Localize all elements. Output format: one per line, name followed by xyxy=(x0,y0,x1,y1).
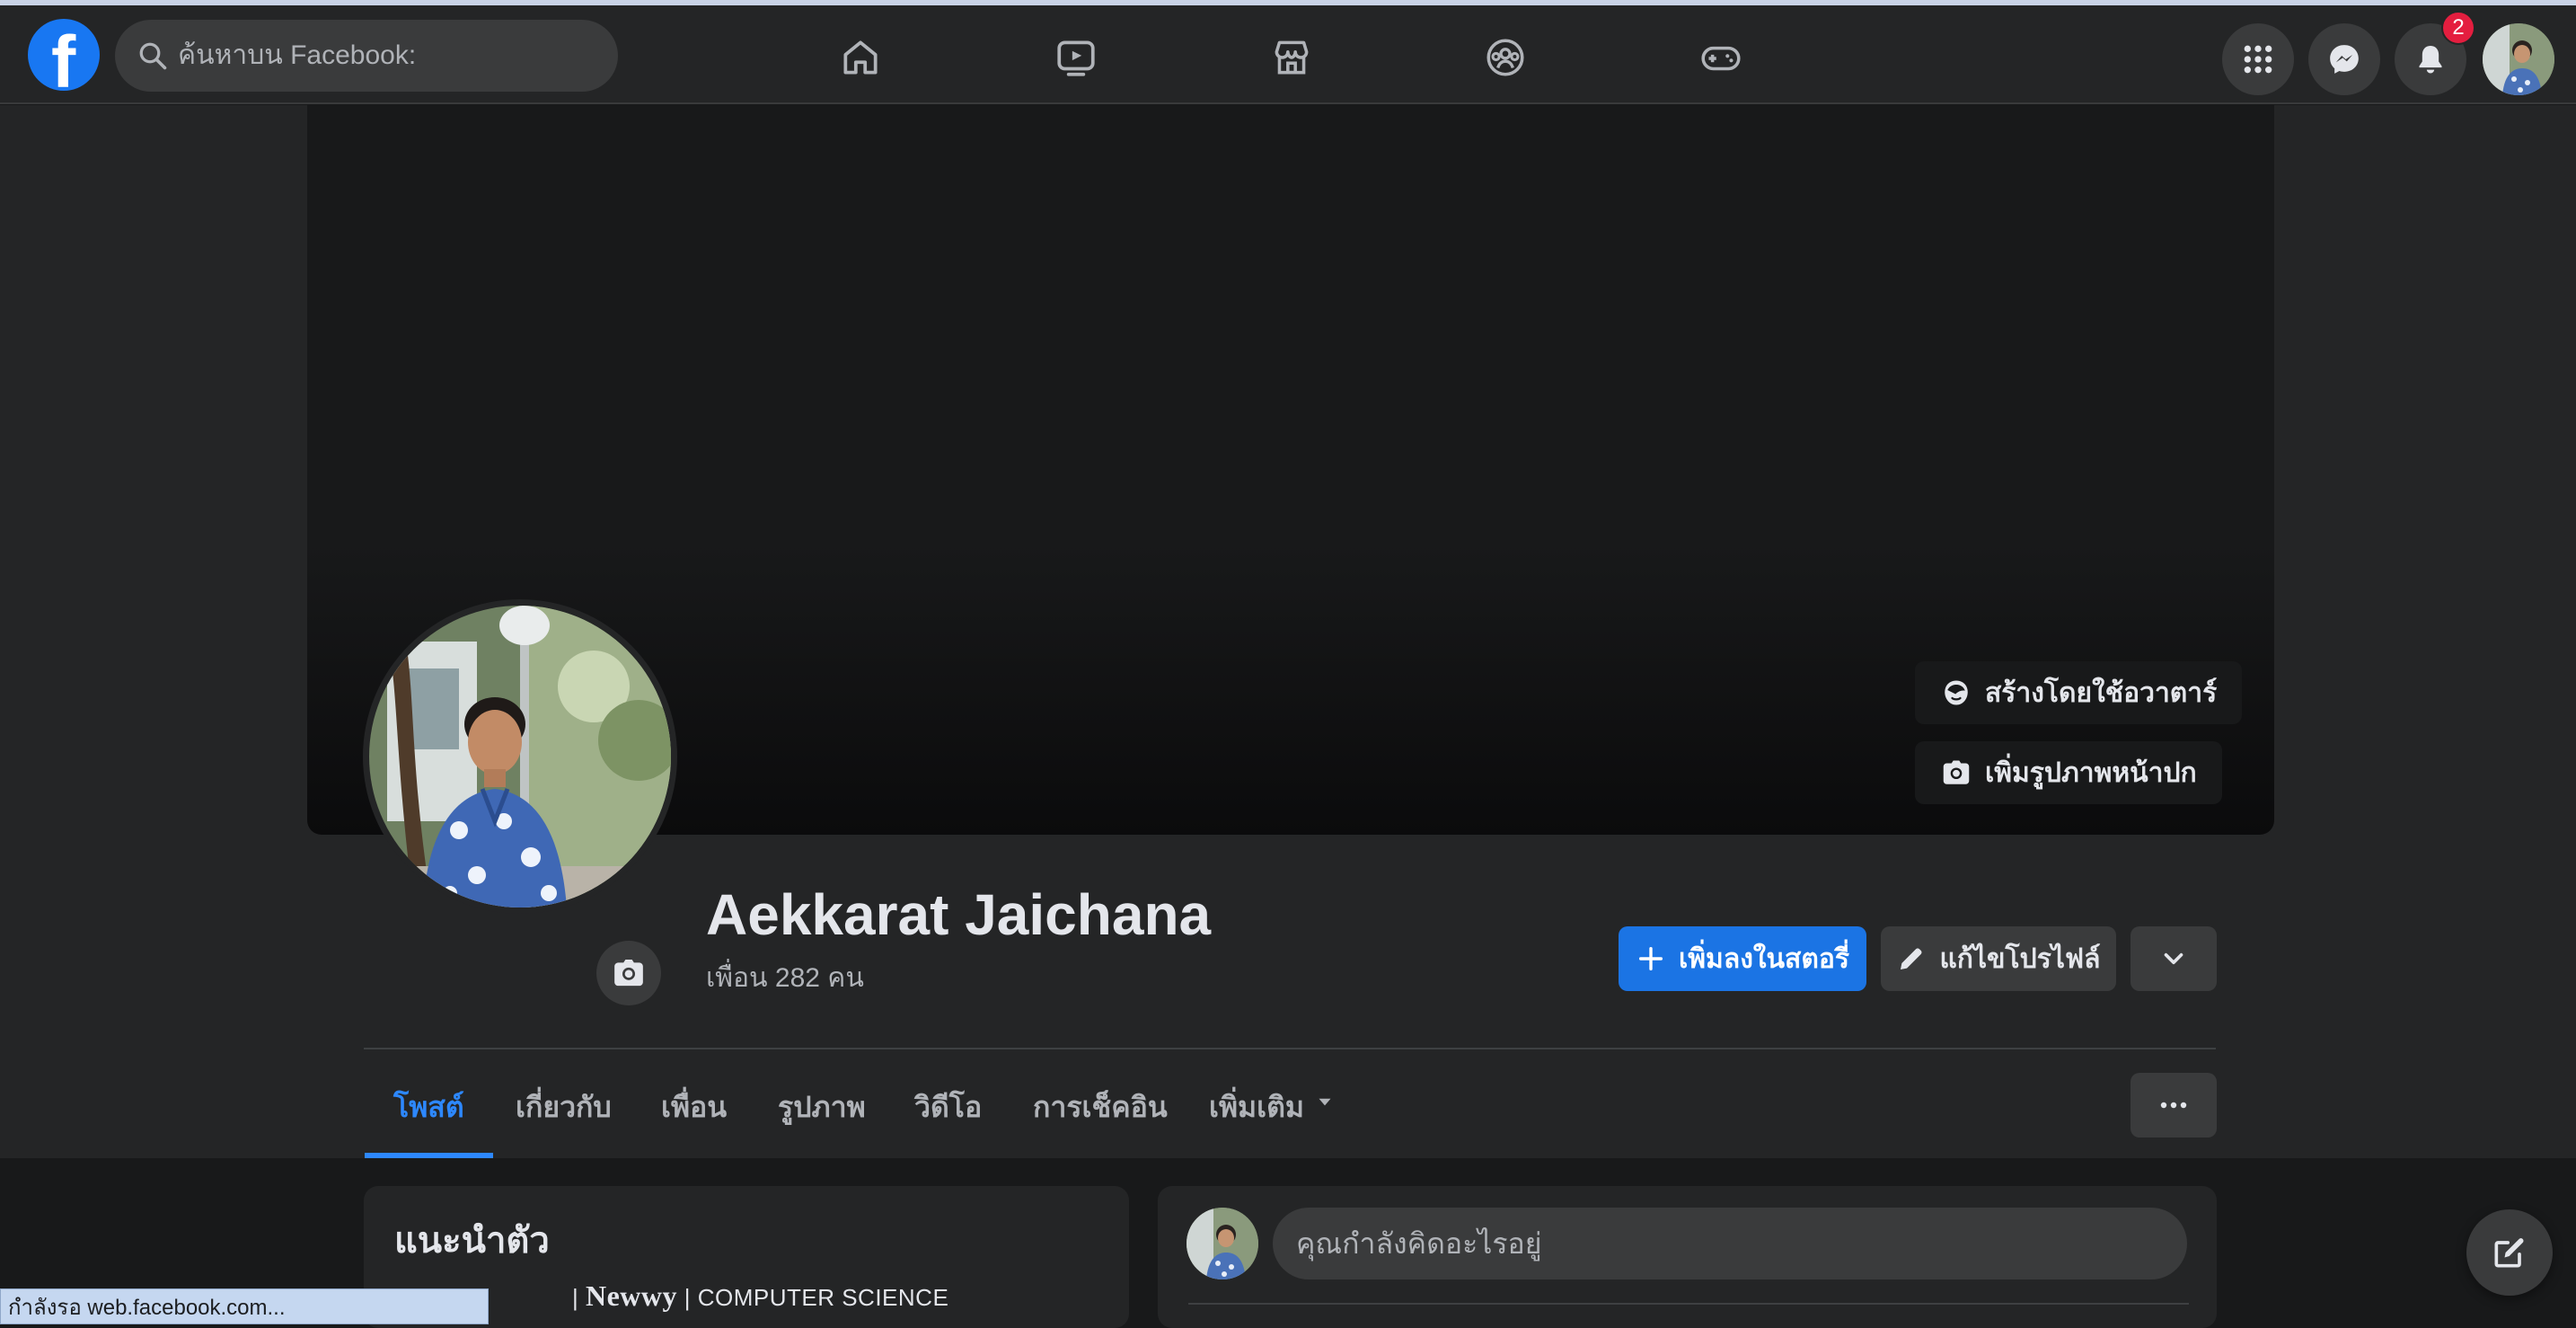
nav-tab-marketplace[interactable] xyxy=(1229,14,1354,101)
tab-label: วิดีโอ xyxy=(914,1091,983,1123)
post-composer: คุณกำลังคิดอะไรอยู่ xyxy=(1158,1186,2217,1328)
more-dots-icon xyxy=(2160,1102,2187,1109)
top-navbar: f 2 xyxy=(0,5,2576,104)
bio-prefix: | xyxy=(572,1284,586,1311)
avatar-face-icon xyxy=(1945,680,1968,705)
tab-label: เพื่อน xyxy=(661,1091,728,1123)
facebook-logo[interactable]: f xyxy=(28,19,100,91)
add-cover-photo-button[interactable]: เพิ่มรูปภาพหน้าปก xyxy=(1915,741,2222,804)
search-input[interactable] xyxy=(178,20,600,92)
account-avatar[interactable] xyxy=(2483,23,2554,95)
tab-label: รูปภาพ xyxy=(778,1091,866,1123)
add-to-story-label: เพิ่มลงในสตอรี่ xyxy=(1679,943,1849,974)
add-to-story-button[interactable]: เพิ่มลงในสตอรี่ xyxy=(1619,926,1866,991)
create-with-avatar-button[interactable]: สร้างโดยใช้อวาตาร์ xyxy=(1915,661,2243,724)
profile-divider xyxy=(364,1048,2216,1049)
new-message-button[interactable] xyxy=(2466,1209,2553,1296)
chevron-down-icon xyxy=(2164,952,2183,965)
notification-badge: 2 xyxy=(2441,11,2475,45)
marketplace-icon xyxy=(1275,40,1309,75)
camera-icon xyxy=(614,960,643,987)
create-with-avatar-label: สร้างโดยใช้อวาตาร์ xyxy=(1985,677,2218,708)
messenger-icon xyxy=(2330,45,2359,74)
more-options-dropdown[interactable] xyxy=(2130,926,2217,991)
tab-posts[interactable]: โพสต์ xyxy=(365,1083,493,1158)
avatar-photo xyxy=(2483,23,2554,95)
profile-name: Aekkarat Jaichana xyxy=(706,882,1212,947)
groups-icon xyxy=(1486,39,1524,76)
pencil-icon xyxy=(1901,948,1922,970)
tab-label: เกี่ยวกับ xyxy=(516,1091,612,1123)
nav-tab-gaming[interactable] xyxy=(1658,14,1784,101)
intro-title: แนะนำตัว xyxy=(394,1221,550,1261)
profile-more-button[interactable] xyxy=(2130,1073,2217,1138)
profile-photo xyxy=(369,606,671,907)
nav-tab-watch[interactable] xyxy=(1013,14,1139,101)
messenger-button[interactable] xyxy=(2308,23,2380,95)
tab-about[interactable]: เกี่ยวกับ xyxy=(487,1083,640,1158)
tab-label: โพสต์ xyxy=(393,1091,464,1123)
tab-label: การเช็คอิน xyxy=(1033,1091,1168,1123)
avatar-photo xyxy=(1187,1208,1258,1279)
watch-icon xyxy=(1057,40,1095,76)
search-icon xyxy=(139,42,167,70)
tab-friends[interactable]: เพื่อน xyxy=(632,1083,755,1158)
tab-videos[interactable]: วิดีโอ xyxy=(886,1083,1010,1158)
home-icon xyxy=(843,40,878,75)
menu-button[interactable] xyxy=(2222,23,2294,95)
plus-icon xyxy=(1638,946,1663,971)
gaming-icon xyxy=(1701,46,1741,71)
profile-header: สร้างโดยใช้อวาตาร์ เพิ่มรูปภาพหน้าปก Aek… xyxy=(0,105,2576,1158)
browser-status-bar: กำลังรอ web.facebook.com... xyxy=(0,1288,489,1324)
tab-checkins[interactable]: การเช็คอิน xyxy=(1004,1083,1196,1158)
search-box[interactable] xyxy=(115,20,618,92)
whats-on-your-mind-input[interactable]: คุณกำลังคิดอะไรอยู่ xyxy=(1273,1208,2187,1279)
bio-suffix: | COMPUTER SCIENCE xyxy=(677,1284,949,1311)
composer-divider xyxy=(1188,1303,2189,1305)
nav-tab-home[interactable] xyxy=(798,14,923,101)
caret-down-icon xyxy=(1319,1098,1331,1106)
tab-label: เพิ่มเติม xyxy=(1209,1091,1304,1123)
update-profile-picture-button[interactable] xyxy=(596,941,661,1005)
compose-icon xyxy=(2494,1238,2524,1268)
nav-tab-groups[interactable] xyxy=(1442,14,1568,101)
bell-icon xyxy=(2419,46,2442,74)
intro-bio: | Newwy | COMPUTER SCIENCE xyxy=(572,1279,948,1313)
bio-brand: Newwy xyxy=(585,1279,678,1312)
composer-avatar[interactable] xyxy=(1187,1208,1258,1279)
friend-count[interactable]: เพื่อน 282 คน xyxy=(706,957,864,999)
profile-picture[interactable] xyxy=(363,599,677,914)
grid-menu-icon xyxy=(2244,45,2272,74)
edit-profile-button[interactable]: แก้ไขโปรไฟล์ xyxy=(1881,926,2116,991)
camera-icon xyxy=(1943,760,1970,784)
edit-profile-label: แก้ไขโปรไฟล์ xyxy=(1939,943,2101,974)
add-cover-photo-label: เพิ่มรูปภาพหน้าปก xyxy=(1985,757,2197,788)
tab-more[interactable]: เพิ่มเติม xyxy=(1180,1083,1365,1158)
tab-photos[interactable]: รูปภาพ xyxy=(749,1083,895,1158)
